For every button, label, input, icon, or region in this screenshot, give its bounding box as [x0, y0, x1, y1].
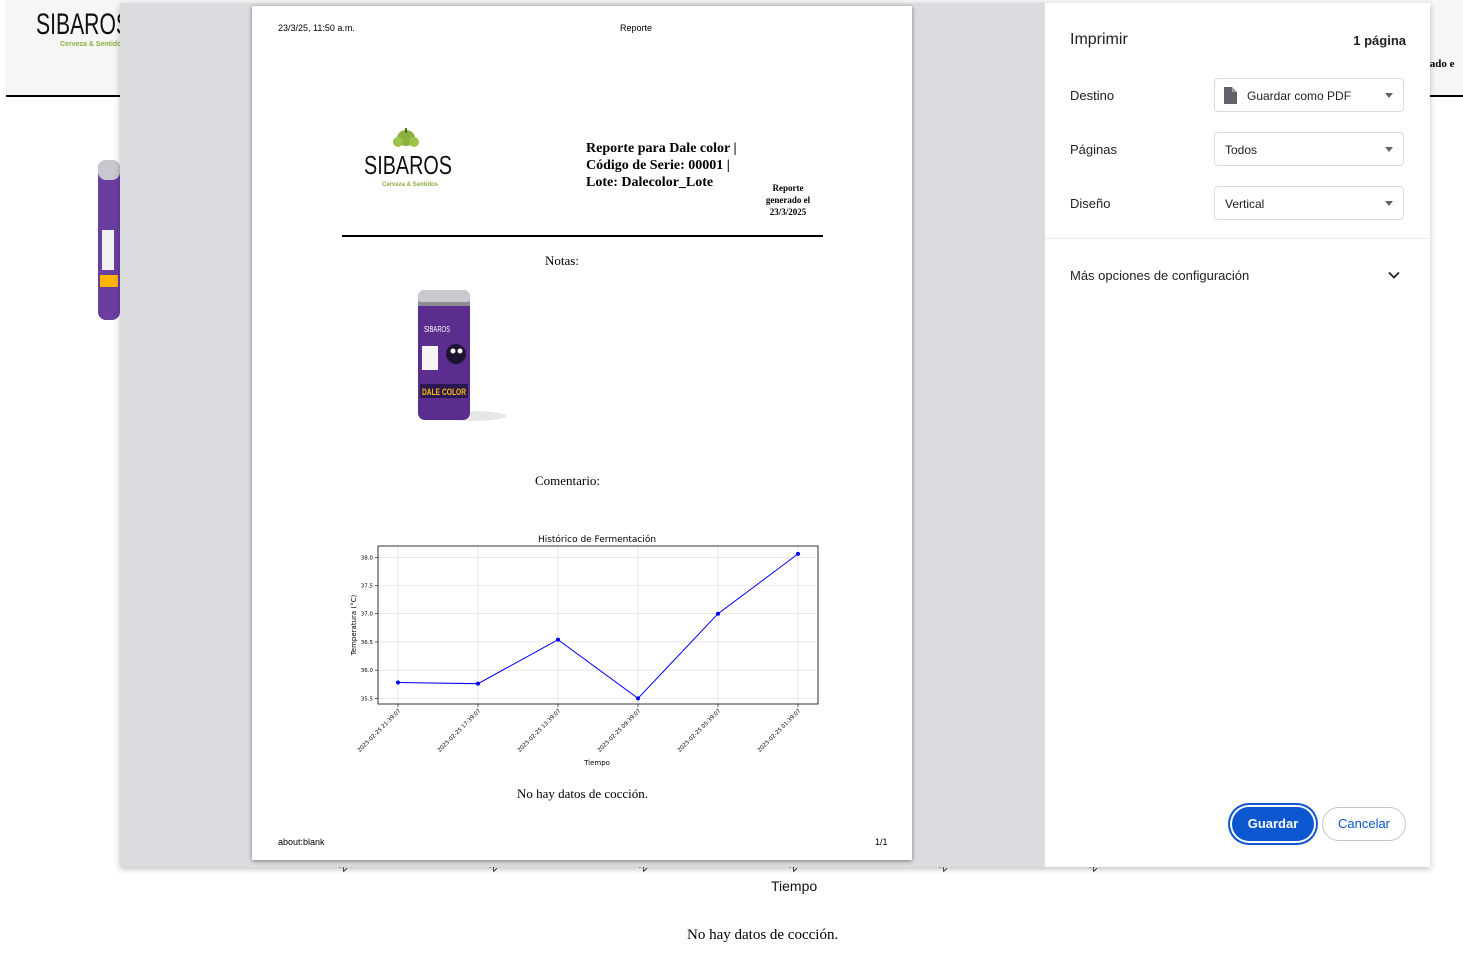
- report-title-line: Reporte para Dale color |: [586, 141, 737, 156]
- destination-select[interactable]: Guardar como PDF: [1214, 78, 1404, 112]
- chart-points: [396, 551, 800, 701]
- chart-y-ticks: 35.5 36.0 36.5 37.0 37.5 38.0: [361, 555, 378, 702]
- pages-value: Todos: [1225, 143, 1258, 157]
- pages-label: Páginas: [1070, 142, 1117, 157]
- data-point: [636, 696, 640, 701]
- layout-select[interactable]: Vertical: [1214, 186, 1404, 220]
- panel-divider: [1045, 238, 1430, 239]
- chart-y-axis-label: Temperatura (°C): [350, 594, 358, 656]
- data-point: [396, 680, 400, 685]
- destination-label: Destino: [1070, 88, 1115, 103]
- data-point: [476, 681, 480, 686]
- can-product-text: DALE COLOR: [422, 387, 466, 397]
- data-point: [716, 611, 720, 616]
- dropdown-arrow-icon: [1385, 93, 1393, 98]
- x-tick-label: 2025-02-25 21:39:07: [357, 708, 403, 754]
- print-dialog: 23/3/25, 11:50 a.m. Reporte SIBAROS Cerv…: [120, 3, 1430, 867]
- report-title-line: Código de Serie: 00001 |: [586, 158, 730, 173]
- report-generated-line: Reporte: [772, 183, 804, 193]
- y-tick-label: 38.0: [361, 555, 374, 561]
- report-title: Reporte para Dale color | Código de Seri…: [586, 140, 737, 191]
- background-logo-text: SIBAROS: [36, 8, 130, 41]
- chart-plot-area: [377, 545, 819, 705]
- hop-icon: [393, 128, 419, 147]
- report-generated-line: 23/3/2025: [769, 207, 807, 217]
- page-footer-url: about:blank: [278, 837, 325, 847]
- series-line: [397, 553, 799, 700]
- dropdown-arrow-icon: [1385, 201, 1393, 206]
- x-tick-label: 2025-02-25 17:39:07: [437, 708, 483, 754]
- report-generated-line: generado el: [765, 195, 811, 205]
- report-header-divider: [342, 235, 823, 237]
- report-logo: SIBAROS Cerveza & Sentidos: [364, 128, 452, 188]
- x-tick-label: 2025-02-25 09:39:07: [597, 708, 643, 754]
- page-footer-number: 1/1: [875, 837, 888, 847]
- y-tick-label: 36.0: [361, 668, 374, 674]
- y-tick-label: 37.5: [361, 584, 374, 590]
- cancel-button[interactable]: Cancelar: [1322, 807, 1406, 841]
- background-can-image: [98, 160, 120, 320]
- beer-can-image: SIBAROS DALE COLOR: [418, 290, 506, 421]
- data-point: [796, 551, 800, 556]
- report-logo-tagline: Cerveza & Sentidos: [382, 182, 439, 188]
- y-tick-label: 37.0: [361, 612, 374, 618]
- chevron-down-icon[interactable]: [1387, 268, 1401, 282]
- layout-value: Vertical: [1225, 197, 1265, 211]
- can-brand-text: SIBAROS: [424, 325, 450, 334]
- report-generated-date: Reporte generado el 23/3/2025: [758, 182, 818, 218]
- y-tick-label: 36.5: [361, 640, 374, 646]
- pages-select[interactable]: Todos: [1214, 132, 1404, 166]
- chart-grid: [378, 546, 818, 704]
- x-tick-label: 2025-02-25 13:39:07: [517, 708, 563, 754]
- chart-title: Histórico de Fermentación: [538, 534, 656, 545]
- report-title-line: Lote: Dalecolor_Lote: [586, 175, 714, 190]
- layout-label: Diseño: [1070, 196, 1111, 211]
- page-header-title: Reporte: [620, 23, 653, 33]
- x-tick-label: 2025-02-25 05:39:07: [677, 708, 723, 754]
- notes-label: Notas:: [545, 253, 579, 268]
- background-logo: SIBAROS Cerveza & Sentidos: [36, 8, 130, 48]
- background-no-data-text: No hay datos de cocción.: [687, 927, 839, 943]
- x-tick-label: 2025-02-25 01:39:07: [757, 708, 803, 754]
- more-settings-toggle[interactable]: Más opciones de configuración: [1070, 268, 1249, 283]
- page-header-date: 23/3/25, 11:50 a.m.: [278, 23, 355, 33]
- chart-x-axis-label: Tiempo: [583, 759, 610, 767]
- dropdown-arrow-icon: [1385, 147, 1393, 152]
- comment-label: Comentario:: [535, 473, 600, 488]
- data-point: [556, 637, 560, 642]
- background-axis-title: Tiempo: [771, 878, 818, 894]
- background-logo-tagline: Cerveza & Sentidos: [60, 41, 125, 48]
- chart-x-ticks: 2025-02-25 21:39:07 2025-02-25 17:39:07 20…: [357, 704, 803, 754]
- page-count: 1 página: [1353, 33, 1406, 48]
- no-cooking-data-text: No hay datos de cocción.: [517, 786, 649, 801]
- save-button[interactable]: Guardar: [1232, 807, 1314, 841]
- print-preview-page[interactable]: 23/3/25, 11:50 a.m. Reporte SIBAROS Cerv…: [252, 6, 912, 860]
- fermentation-chart: Histórico de Fermentación 35.5 36.0 36.5 37…: [350, 534, 819, 767]
- report-logo-text: SIBAROS: [364, 150, 452, 180]
- y-tick-label: 35.5: [361, 696, 374, 702]
- pdf-document-icon: [1224, 87, 1237, 104]
- print-settings-panel: Imprimir 1 página Destino Guardar como P…: [1045, 3, 1430, 867]
- destination-value: Guardar como PDF: [1247, 89, 1352, 103]
- print-title: Imprimir: [1070, 31, 1128, 48]
